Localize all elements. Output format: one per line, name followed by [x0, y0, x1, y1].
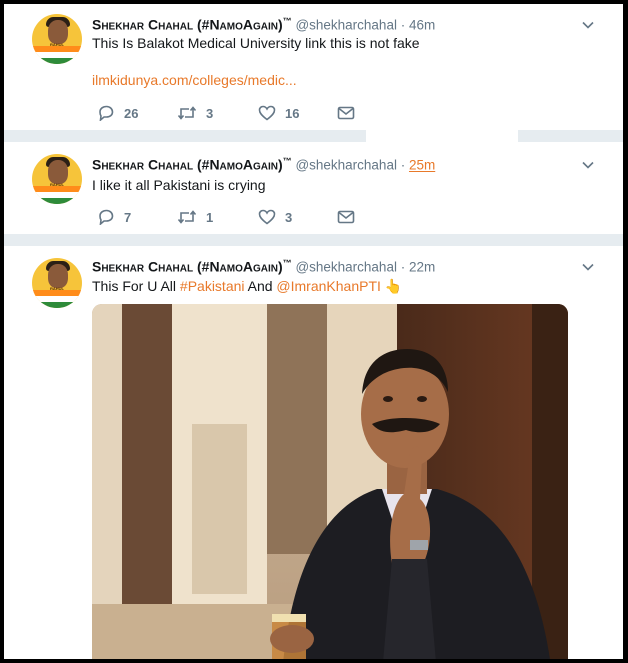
- retweet-icon: [177, 106, 197, 120]
- reply-button[interactable]: 7: [97, 209, 131, 225]
- retweet-button[interactable]: 3: [177, 105, 213, 121]
- heart-icon: [258, 105, 276, 121]
- retweet-count: 1: [206, 209, 214, 225]
- direct-message-button[interactable]: [337, 209, 355, 225]
- retweet-icon: [177, 210, 197, 224]
- timestamp[interactable]: 46m: [409, 18, 435, 33]
- tweet[interactable]: RAHUL ABHINANDAN Shekhar Chahal (#NamoAg…: [4, 142, 623, 234]
- avatar[interactable]: RAHUL ABHINANDAN: [32, 14, 82, 64]
- retweet-count: 3: [206, 105, 214, 121]
- tweet-link[interactable]: ilmkidunya.com/colleges/medic...: [92, 72, 297, 88]
- trademark-mark: ™: [282, 16, 292, 26]
- retweet-button[interactable]: 1: [177, 209, 213, 225]
- avatar[interactable]: RAHUL ABHINANDAN: [32, 258, 82, 308]
- pointing-up-emoji: 👆: [384, 278, 403, 294]
- timestamp[interactable]: 25m: [409, 158, 435, 173]
- tweet-text: This Is Balakot Medical University link …: [92, 35, 420, 51]
- chevron-down-icon[interactable]: [581, 18, 595, 32]
- like-button[interactable]: 16: [258, 105, 299, 121]
- user-handle[interactable]: @shekharchahal: [295, 260, 397, 275]
- tweet-header: Shekhar Chahal (#NamoAgain)™ @shekharcha…: [92, 156, 435, 173]
- tweet-header: Shekhar Chahal (#NamoAgain)™ @shekharcha…: [92, 258, 435, 275]
- tweet-text-part: And: [244, 278, 277, 294]
- trademark-mark: ™: [282, 156, 292, 166]
- tweet-text: I like it all Pakistani is crying: [92, 177, 266, 193]
- display-name[interactable]: Shekhar Chahal (#NamoAgain): [92, 157, 283, 173]
- reply-count: 26: [124, 105, 139, 121]
- tweet-photo[interactable]: [92, 304, 568, 659]
- heart-icon: [258, 209, 276, 225]
- user-handle[interactable]: @shekharchahal: [295, 18, 397, 33]
- reply-icon: [99, 209, 114, 225]
- avatar[interactable]: RAHUL ABHINANDAN: [32, 154, 82, 204]
- display-name[interactable]: Shekhar Chahal (#NamoAgain): [92, 17, 283, 33]
- reply-icon: [99, 105, 114, 121]
- reply-count: 7: [124, 209, 132, 225]
- tweet-text: This For U All #Pakistani And @ImranKhan…: [92, 278, 402, 295]
- mention-link[interactable]: @ImranKhanPTI: [276, 278, 380, 294]
- separator: ·: [400, 157, 406, 173]
- timeline: RAHUL ABHINANDAN Shekhar Chahal (#NamoAg…: [4, 4, 623, 659]
- reply-button[interactable]: 26: [97, 105, 138, 121]
- display-name[interactable]: Shekhar Chahal (#NamoAgain): [92, 259, 283, 275]
- user-handle[interactable]: @shekharchahal: [295, 158, 397, 173]
- like-count: 16: [285, 105, 300, 121]
- photo-man-gesturing-image: [92, 304, 568, 659]
- envelope-icon: [337, 210, 355, 224]
- separator: ·: [400, 259, 406, 275]
- timestamp[interactable]: 22m: [409, 260, 435, 275]
- divider: [366, 130, 518, 142]
- separator: ·: [400, 17, 406, 33]
- hashtag-link[interactable]: #Pakistani: [180, 278, 245, 294]
- tweet-header: Shekhar Chahal (#NamoAgain)™ @shekharcha…: [92, 16, 435, 33]
- direct-message-button[interactable]: [337, 105, 355, 121]
- like-button[interactable]: 3: [258, 209, 292, 225]
- tweet-text-part: This For U All: [92, 278, 180, 294]
- chevron-down-icon[interactable]: [581, 260, 595, 274]
- tweet[interactable]: RAHUL ABHINANDAN Shekhar Chahal (#NamoAg…: [4, 4, 623, 130]
- like-count: 3: [285, 209, 293, 225]
- trademark-mark: ™: [282, 258, 292, 268]
- envelope-icon: [337, 106, 355, 120]
- chevron-down-icon[interactable]: [581, 158, 595, 172]
- tweet[interactable]: RAHUL ABHINANDAN Shekhar Chahal (#NamoAg…: [4, 246, 623, 659]
